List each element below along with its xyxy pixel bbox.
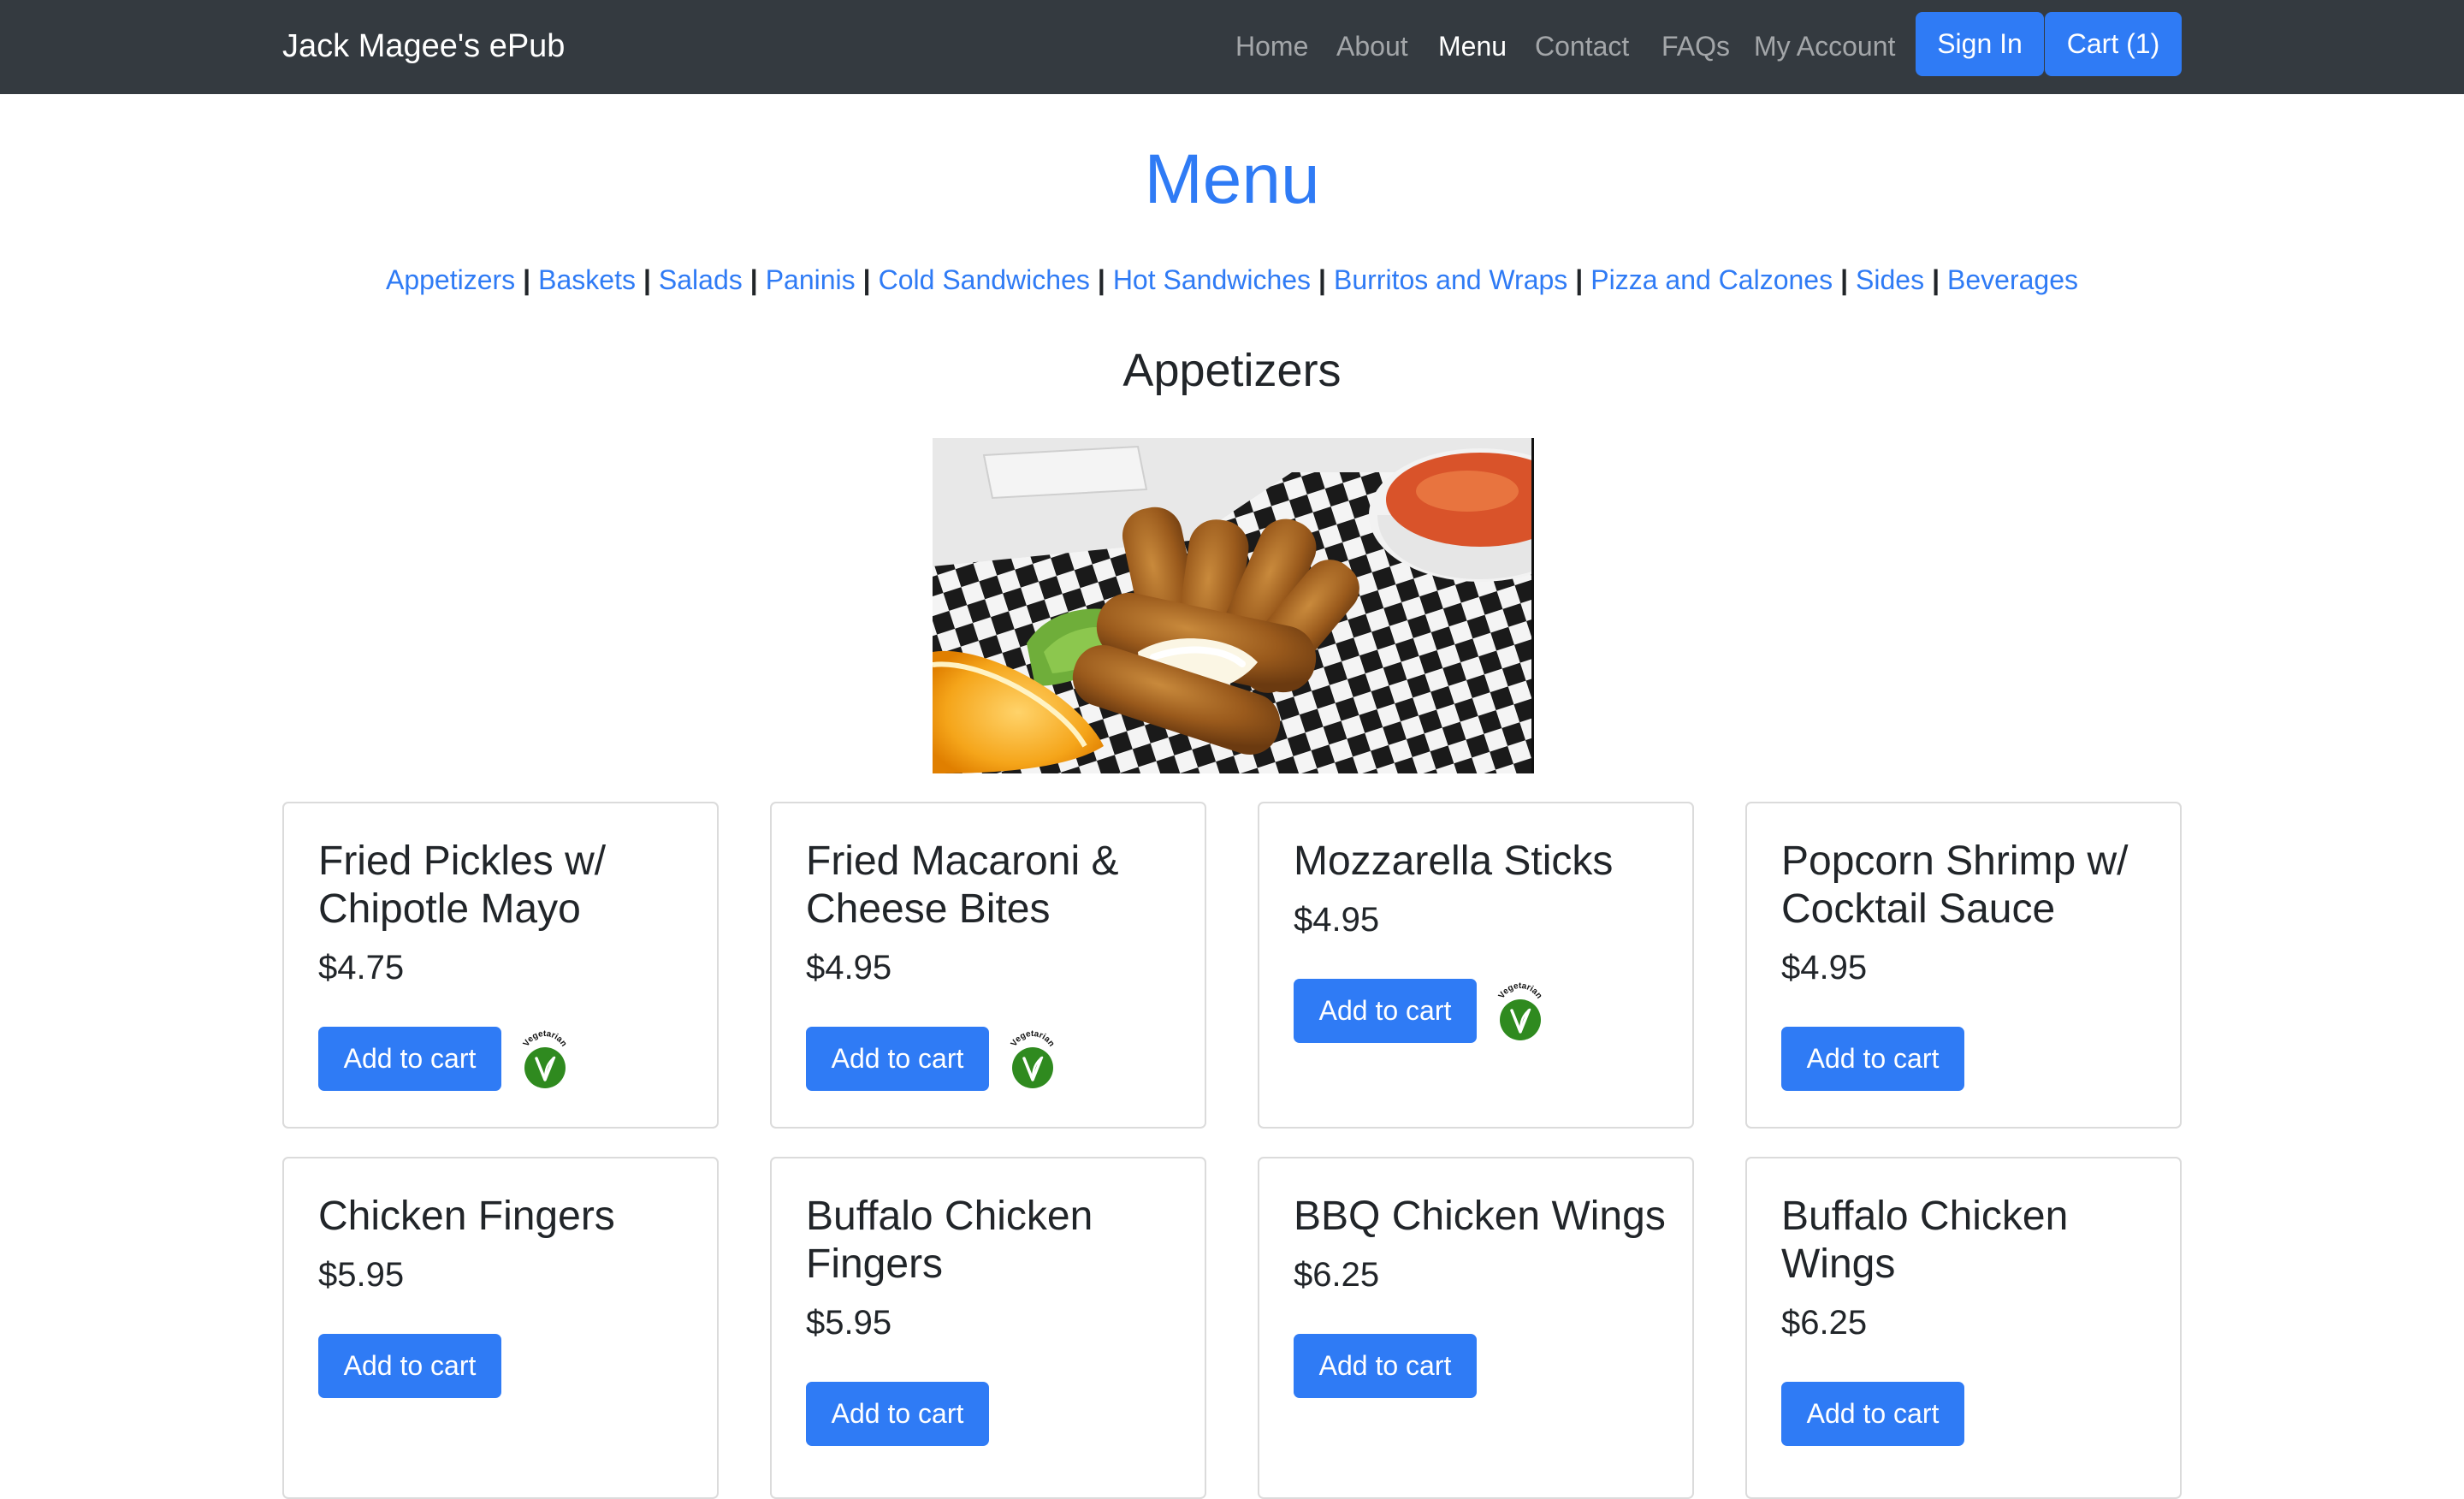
menu-item-name: Popcorn Shrimp w/ Cocktail Sauce — [1781, 838, 2129, 932]
category-separator: | — [643, 264, 651, 295]
navbar: Jack Magee's ePub Home About Menu Contac… — [0, 0, 2464, 94]
nav-link-my-account[interactable]: My Account — [1754, 25, 1895, 68]
appetizers-photo — [933, 438, 1534, 773]
nav-link-contact[interactable]: Contact — [1535, 25, 1629, 68]
menu-item-card: Chicken Fingers $5.95 Add to cart — [282, 1157, 719, 1499]
add-to-cart-button[interactable]: Add to cart — [1781, 1382, 1964, 1446]
nav-link-menu[interactable]: Menu — [1438, 25, 1507, 68]
category-separator: | — [749, 264, 758, 295]
menu-item-name: Buffalo Chicken Wings — [1781, 1194, 2069, 1287]
nav-link-about[interactable]: About — [1336, 25, 1408, 68]
category-link-baskets[interactable]: Baskets — [538, 264, 636, 295]
add-to-cart-button[interactable]: Add to cart — [1294, 979, 1477, 1043]
add-to-cart-button[interactable]: Add to cart — [318, 1027, 501, 1091]
menu-item-price: $4.95 — [1781, 949, 1868, 986]
category-separator: | — [862, 264, 871, 295]
category-link-salads[interactable]: Salads — [659, 264, 743, 295]
menu-item-card: Popcorn Shrimp w/ Cocktail Sauce $4.95 Add… — [1745, 802, 2182, 1129]
menu-item-name: Mozzarella Sticks — [1294, 838, 1614, 884]
nav-link-faqs[interactable]: FAQs — [1661, 25, 1730, 68]
category-separator: | — [1840, 264, 1849, 295]
section-title-appetizers: Appetizers — [1122, 345, 1342, 396]
menu-item-card: Buffalo Chicken Wings $6.25 Add to cart — [1745, 1157, 2182, 1499]
category-separator: | — [1932, 264, 1940, 295]
menu-item-name: Buffalo Chicken Fingers — [806, 1194, 1093, 1287]
add-to-cart-button[interactable]: Add to cart — [806, 1382, 989, 1446]
category-link-burritos-and-wraps[interactable]: Burritos and Wraps — [1334, 264, 1567, 295]
menu-item-name: Fried Pickles w/ Chipotle Mayo — [318, 838, 607, 932]
nav-link-home[interactable]: Home — [1235, 25, 1308, 68]
menu-item-price: $5.95 — [318, 1256, 405, 1294]
category-separator: | — [1097, 264, 1105, 295]
category-link-appetizers[interactable]: Appetizers — [386, 264, 515, 295]
brand-logo-text[interactable]: Jack Magee's ePub — [282, 23, 565, 69]
menu-item-price: $4.95 — [806, 949, 892, 986]
category-link-beverages[interactable]: Beverages — [1947, 264, 2078, 295]
category-separator: | — [1318, 264, 1326, 295]
page-title: Menu — [1144, 140, 1320, 218]
add-to-cart-button[interactable]: Add to cart — [806, 1027, 989, 1091]
category-link-cold-sandwiches[interactable]: Cold Sandwiches — [879, 264, 1090, 295]
menu-item-card: BBQ Chicken Wings $6.25 Add to cart — [1258, 1157, 1694, 1499]
menu-item-price: $6.25 — [1781, 1304, 1868, 1342]
menu-item-price: $5.95 — [806, 1304, 892, 1342]
category-link-hot-sandwiches[interactable]: Hot Sandwiches — [1113, 264, 1311, 295]
cart-button[interactable]: Cart (1) — [2045, 12, 2182, 76]
menu-item-price: $6.25 — [1294, 1256, 1380, 1294]
sign-in-button[interactable]: Sign In — [1916, 12, 2044, 76]
menu-item-name: Fried Macaroni & Cheese Bites — [806, 838, 1119, 932]
menu-item-name: Chicken Fingers — [318, 1194, 615, 1239]
category-separator: | — [523, 264, 531, 295]
vegetarian-badge-icon: Vegetarian — [1006, 1029, 1059, 1092]
category-separator: | — [1575, 264, 1584, 295]
category-link-pizza-and-calzones[interactable]: Pizza and Calzones — [1590, 264, 1833, 295]
add-to-cart-button[interactable]: Add to cart — [318, 1334, 501, 1398]
vegetarian-badge-icon: Vegetarian — [1494, 981, 1547, 1044]
vegetarian-badge-icon: Vegetarian — [518, 1029, 572, 1092]
menu-item-card: Fried Pickles w/ Chipotle Mayo $4.75 Add t… — [282, 802, 719, 1129]
add-to-cart-button[interactable]: Add to cart — [1781, 1027, 1964, 1091]
category-nav: Appetizers | Baskets | Salads | Paninis | Cold S… — [0, 258, 2464, 301]
svg-text:Vegetarian: Vegetarian — [1497, 982, 1544, 1000]
add-to-cart-button[interactable]: Add to cart — [1294, 1334, 1477, 1398]
svg-text:Vegetarian: Vegetarian — [522, 1030, 569, 1048]
menu-item-price: $4.75 — [318, 949, 405, 986]
menu-item-card: Fried Macaroni & Cheese Bites $4.95 Add to… — [770, 802, 1206, 1129]
svg-text:Vegetarian: Vegetarian — [1010, 1030, 1057, 1048]
menu-item-card: Mozzarella Sticks $4.95 Add to cart Vegetar… — [1258, 802, 1694, 1129]
category-link-paninis[interactable]: Paninis — [766, 264, 856, 295]
category-link-sides[interactable]: Sides — [1856, 264, 1924, 295]
menu-item-card: Buffalo Chicken Fingers $5.95 Add to cart — [770, 1157, 1206, 1499]
menu-item-name: BBQ Chicken Wings — [1294, 1194, 1666, 1239]
menu-item-price: $4.95 — [1294, 901, 1380, 939]
